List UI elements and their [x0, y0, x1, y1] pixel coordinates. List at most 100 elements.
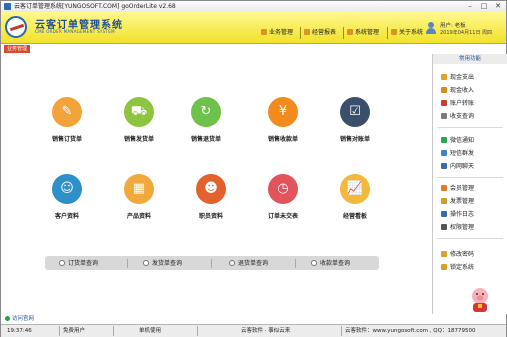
query-delivery[interactable]: 发货单查询: [143, 259, 182, 268]
search-icon: [311, 260, 317, 266]
status-mode: 单机使用: [139, 328, 162, 334]
maximize-icon[interactable]: □: [477, 1, 491, 11]
invoice-icon: [441, 198, 447, 204]
tile-customers[interactable]: ☺ 客户资料: [37, 174, 97, 220]
sidebar-item-log[interactable]: 操作日志: [441, 210, 474, 220]
tile-label: 客户资料: [54, 213, 79, 220]
transfer-icon: [441, 100, 447, 106]
sidebar-item-label: 操作日志: [450, 211, 475, 218]
sidebar-item-label: 收支查询: [450, 113, 475, 120]
query-receipt[interactable]: 收款单查询: [311, 259, 350, 268]
tile-undelivered-orders[interactable]: ◷ 订单未交表: [253, 174, 313, 220]
search-icon: [143, 260, 149, 266]
lock-icon: [441, 264, 447, 270]
sidebar-item-chat[interactable]: 内网聊天: [441, 162, 474, 172]
tile-sales-receipt[interactable]: ¥ 销售收款单: [253, 97, 313, 143]
pig-mascot-icon: [472, 288, 488, 312]
search-icon: [59, 260, 65, 266]
tile-label: 经营看板: [342, 213, 367, 220]
status-bar: 19:37:46 免费用户 单机使用 云客软件 · 事似云来 云客软件：www.…: [1, 324, 506, 337]
report-icon: [304, 29, 310, 35]
sidebar-item-cash-in[interactable]: 现金收入: [441, 86, 474, 96]
query-delivery-label: 发货单查询: [152, 260, 183, 267]
sidebar-item-label: 发票管理: [450, 198, 475, 205]
status-company: 云客软件 · 事似云来: [241, 328, 291, 334]
search-icon: [229, 260, 235, 266]
app-header: 云客订单管理系统 CME ORDER MANAGEMENT SYSTEM 业务管…: [1, 12, 506, 44]
sidebar-item-transfer[interactable]: 账户转账: [441, 99, 474, 109]
refresh-icon: ↻: [191, 97, 221, 127]
nav-reports-label: 经营报表: [312, 29, 337, 36]
query-return[interactable]: 退货单查询: [229, 259, 268, 268]
wechat-icon: [441, 137, 447, 143]
query-bar: 订货单查询 发货单查询 退货单查询 收款单查询: [45, 256, 379, 270]
settings-icon: [347, 29, 353, 35]
sidebar-item-invoices[interactable]: 发票管理: [441, 197, 474, 207]
nav-system[interactable]: 系统管理: [347, 28, 379, 38]
sidebar-item-label: 会员管理: [450, 185, 475, 192]
sidebar-item-members[interactable]: 会员管理: [441, 184, 474, 194]
sidebar-item-permissions[interactable]: 权限管理: [441, 223, 474, 233]
nav-about[interactable]: 关于系统: [391, 28, 423, 38]
sidebar-item-sms[interactable]: 短信群发: [441, 149, 474, 159]
query-order[interactable]: 订货单查询: [59, 259, 98, 268]
tile-sales-delivery[interactable]: ⛟ 销售发货单: [109, 97, 169, 143]
tile-label: 销售收款单: [267, 136, 298, 143]
sidebar-item-label: 短信群发: [450, 150, 475, 157]
sidebar-item-wechat[interactable]: 微信通知: [441, 136, 474, 146]
sidebar-item-label: 现金支出: [450, 74, 475, 81]
chat-icon: [441, 163, 447, 169]
tile-products[interactable]: ▦ 产品资料: [109, 174, 169, 220]
app-icon: [4, 3, 11, 10]
tile-staff[interactable]: ☻ 职员资料: [181, 174, 241, 220]
sidebar-item-label: 权限管理: [450, 224, 475, 231]
sidebar-item-lock[interactable]: 锁定系统: [441, 263, 474, 273]
sidebar-item-cash-out[interactable]: 现金支出: [441, 73, 474, 83]
sidebar-item-label: 微信通知: [450, 137, 475, 144]
query-receipt-label: 收款单查询: [320, 260, 351, 267]
clipboard-icon: ✎: [52, 97, 82, 127]
staff-icon: ☻: [196, 174, 226, 204]
user-name: 用户: 老板: [440, 23, 466, 29]
sidebar-item-label: 现金收入: [450, 87, 475, 94]
nav-about-label: 关于系统: [399, 29, 424, 36]
breadcrumb: 业务管理: [4, 45, 31, 53]
nav-reports[interactable]: 经营报表: [304, 28, 336, 38]
status-edition: 免费用户: [63, 328, 86, 334]
sidebar-item-label: 账户转账: [450, 100, 475, 107]
sms-icon: [441, 150, 447, 156]
query-order-label: 订货单查询: [68, 260, 99, 267]
visit-website-link[interactable]: 访问官网: [5, 314, 34, 322]
close-icon[interactable]: ✕: [491, 1, 505, 11]
main-panel: ✎ 销售订货单 ⛟ 销售发货单 ↻ 销售退货单 ¥ 销售收款单 ☑ 销售对账单 …: [1, 54, 423, 314]
log-icon: [441, 211, 447, 217]
customer-icon: ☺: [52, 174, 82, 204]
globe-icon: [5, 316, 10, 321]
tile-sales-statement[interactable]: ☑ 销售对账单: [325, 97, 385, 143]
tile-label: 订单未交表: [267, 213, 298, 220]
sidebar-item-change-password[interactable]: 修改密码: [441, 250, 474, 260]
nav-system-label: 系统管理: [355, 29, 380, 36]
member-icon: [441, 185, 447, 191]
tile-sales-order[interactable]: ✎ 销售订货单: [37, 97, 97, 143]
tile-dashboard[interactable]: 📈 经营看板: [325, 174, 385, 220]
tile-label: 销售发货单: [123, 136, 154, 143]
nav-business[interactable]: 业务管理: [261, 28, 293, 38]
key-icon: [441, 251, 447, 257]
status-contact: 云客软件：www.yungosoft.com , QQ：18779500: [345, 328, 476, 334]
tile-sales-return[interactable]: ↻ 销售退货单: [176, 97, 236, 143]
clock-report-icon: ◷: [268, 174, 298, 204]
window-title: 云客订单管理系统[YUNGOSOFT.COM] goOrderLite v2.6…: [14, 3, 176, 10]
quick-functions-sidebar: 常用功能 现金支出 现金收入 账户转账 收支查询 微信通知 短信群发 内网聊天 …: [432, 54, 507, 314]
sidebar-item-label: 修改密码: [450, 251, 475, 258]
briefcase-icon: [261, 29, 267, 35]
cash-out-icon: [441, 74, 447, 80]
current-date: 2019年04月11日 周四: [440, 30, 493, 36]
sidebar-item-income-query[interactable]: 收支查询: [441, 112, 474, 122]
permission-icon: [441, 224, 447, 230]
products-icon: ▦: [124, 174, 154, 204]
brand-subtitle: CME ORDER MANAGEMENT SYSTEM: [35, 29, 115, 34]
tile-label: 职员资料: [198, 213, 223, 220]
status-time: 19:37:46: [7, 328, 32, 334]
minimize-icon[interactable]: –: [463, 1, 477, 11]
